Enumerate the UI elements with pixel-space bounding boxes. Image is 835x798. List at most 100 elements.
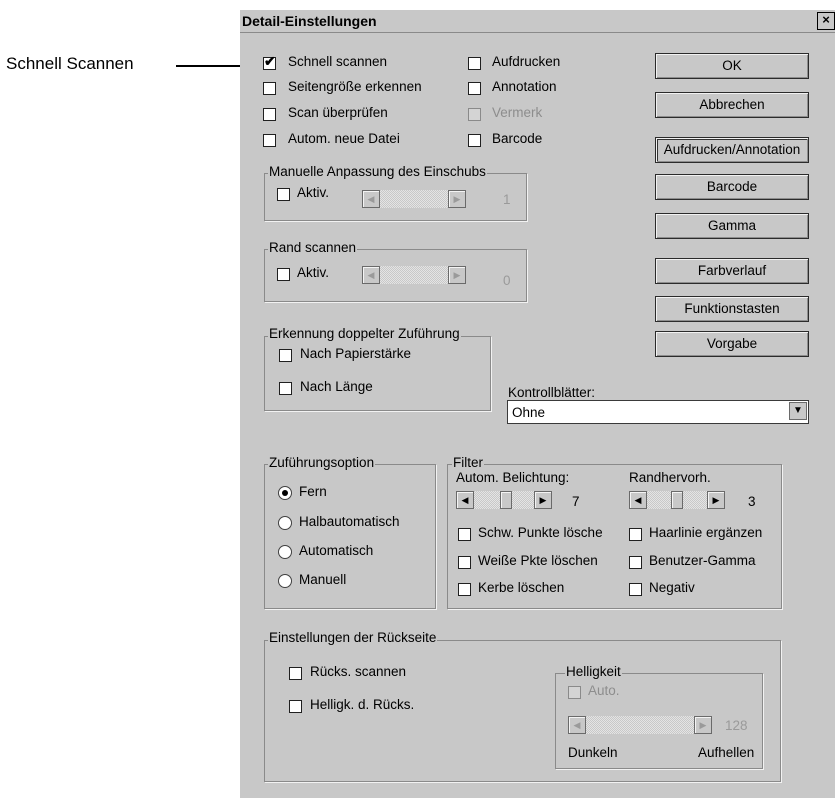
helligkeit-title: Helligkeit	[565, 664, 622, 679]
radio-fern-label: Fern	[299, 484, 327, 499]
helligkeit-auto-label: Auto.	[588, 683, 620, 698]
manuelle-scroll-left-icon: ◀	[362, 190, 380, 208]
manuelle-value: 1	[503, 192, 511, 207]
seitengroesse-label: Seitengröße erkennen	[288, 79, 422, 94]
benutzer-gamma-checkbox[interactable]	[629, 556, 642, 569]
window-title: Detail-Einstellungen	[242, 13, 377, 29]
radio-automatisch-label: Automatisch	[299, 543, 374, 558]
seitengroesse-checkbox[interactable]	[263, 82, 276, 95]
autom-belichtung-label: Autom. Belichtung:	[456, 470, 570, 485]
helligkeit-scroll-track	[586, 716, 694, 734]
ruecks-scannen-label: Rücks. scannen	[310, 664, 407, 679]
radio-automatisch[interactable]	[278, 545, 292, 559]
kontrollblaetter-label: Kontrollblätter:	[508, 385, 596, 400]
belichtung-value: 7	[572, 494, 580, 509]
rand-scroll-right-icon: ▶	[448, 266, 466, 284]
check-icon: ✔	[264, 53, 276, 69]
manuelle-scroll-track	[380, 190, 448, 208]
rand-scroll-track	[380, 266, 448, 284]
manuelle-scroll-right-icon: ▶	[448, 190, 466, 208]
autom-neue-datei-label: Autom. neue Datei	[288, 131, 400, 146]
negativ-checkbox[interactable]	[629, 583, 642, 596]
helligk-ruecks-checkbox[interactable]	[289, 700, 302, 713]
kontrollblaetter-value: Ohne	[512, 405, 546, 420]
manuelle-anpassung-title: Manuelle Anpassung des Einschubs	[268, 164, 487, 179]
annotation-label: Annotation	[492, 79, 557, 94]
scan-ueberpruefen-checkbox[interactable]	[263, 108, 276, 121]
randhervorh-scroll-left-icon[interactable]: ◀	[629, 491, 647, 509]
vermerk-label: Vermerk	[492, 105, 543, 120]
schw-punkte-checkbox[interactable]	[458, 528, 471, 541]
gamma-button[interactable]: Gamma	[655, 213, 809, 239]
vorgabe-button[interactable]: Vorgabe	[655, 331, 809, 357]
randhervorh-value: 3	[748, 494, 756, 509]
radio-halbautomatisch-label: Halbautomatisch	[299, 514, 400, 529]
zufuehrungsoption-title: Zuführungsoption	[268, 455, 376, 470]
rueckseite-title: Einstellungen der Rückseite	[268, 630, 438, 645]
randhervorh-scroll-thumb[interactable]	[671, 491, 683, 509]
filter-title: Filter	[452, 455, 484, 470]
funktionstasten-button[interactable]: Funktionstasten	[655, 296, 809, 322]
radio-selected-dot	[282, 490, 288, 496]
helligkeit-scroll-right-icon: ▶	[694, 716, 712, 734]
rand-scannen-title: Rand scannen	[268, 240, 358, 255]
ok-button[interactable]: OK	[655, 53, 809, 79]
radio-fern[interactable]	[278, 486, 292, 500]
chevron-down-icon[interactable]: ▼	[789, 402, 807, 420]
detail-settings-dialog: Detail-Einstellungen × ✔ Schnell scannen…	[240, 10, 835, 798]
nach-papierstaerke-checkbox[interactable]	[279, 349, 292, 362]
manuelle-aktiv-label: Aktiv.	[297, 185, 330, 200]
close-icon[interactable]: ×	[817, 12, 835, 30]
scan-ueberpruefen-label: Scan überprüfen	[288, 105, 388, 120]
title-bar: Detail-Einstellungen ×	[240, 10, 835, 33]
barcode-checkbox[interactable]	[468, 134, 481, 147]
aufdrucken-label: Aufdrucken	[492, 54, 561, 69]
vermerk-checkbox	[468, 108, 481, 121]
barcode-button[interactable]: Barcode	[655, 174, 809, 200]
kontrollblaetter-select[interactable]: Ohne ▼	[507, 400, 809, 424]
haarlinie-checkbox[interactable]	[629, 528, 642, 541]
belichtung-scroll-left-icon[interactable]: ◀	[456, 491, 474, 509]
benutzer-gamma-label: Benutzer-Gamma	[649, 553, 756, 568]
zufuehrungsoption-group	[264, 464, 436, 609]
weisse-pkte-label: Weiße Pkte löschen	[478, 553, 598, 568]
nach-laenge-label: Nach Länge	[300, 379, 373, 394]
helligkeit-value: 128	[725, 718, 748, 733]
dunkeln-label: Dunkeln	[568, 745, 618, 760]
weisse-pkte-checkbox[interactable]	[458, 556, 471, 569]
randhervorh-label: Randhervorh.	[629, 470, 711, 485]
radio-manuell[interactable]	[278, 574, 292, 588]
schw-punkte-label: Schw. Punkte lösche	[478, 525, 603, 540]
nach-papierstaerke-label: Nach Papierstärke	[300, 346, 412, 361]
negativ-label: Negativ	[649, 580, 695, 595]
ruecks-scannen-checkbox[interactable]	[289, 667, 302, 680]
aufdrucken-checkbox[interactable]	[468, 57, 481, 70]
rand-scroll-left-icon: ◀	[362, 266, 380, 284]
schnell-scannen-checkbox[interactable]: ✔	[263, 53, 276, 70]
barcode-label: Barcode	[492, 131, 543, 146]
randhervorh-scroll-right-icon[interactable]: ▶	[707, 491, 725, 509]
rand-value: 0	[503, 273, 511, 288]
autom-neue-datei-checkbox[interactable]	[263, 134, 276, 147]
annotation-checkbox[interactable]	[468, 82, 481, 95]
doppelte-zufuehrung-title: Erkennung doppelter Zuführung	[268, 326, 461, 341]
belichtung-scroll-right-icon[interactable]: ▶	[534, 491, 552, 509]
farbverlauf-button[interactable]: Farbverlauf	[655, 258, 809, 284]
kerbe-label: Kerbe löschen	[478, 580, 565, 595]
manuelle-aktiv-checkbox[interactable]	[277, 188, 290, 201]
aufhellen-label: Aufhellen	[698, 745, 755, 760]
rand-aktiv-label: Aktiv.	[297, 265, 330, 280]
belichtung-scroll-thumb[interactable]	[500, 491, 512, 509]
radio-halbautomatisch[interactable]	[278, 516, 292, 530]
aufdrucken-annotation-button[interactable]: Aufdrucken/Annotation	[655, 137, 809, 163]
helligkeit-auto-checkbox	[568, 686, 581, 699]
haarlinie-label: Haarlinie ergänzen	[649, 525, 763, 540]
abbrechen-button[interactable]: Abbrechen	[655, 92, 809, 118]
rand-aktiv-checkbox[interactable]	[277, 268, 290, 281]
callout-label: Schnell Scannen	[6, 54, 134, 73]
nach-laenge-checkbox[interactable]	[279, 382, 292, 395]
helligkeit-scroll-left-icon: ◀	[568, 716, 586, 734]
helligk-ruecks-label: Helligk. d. Rücks.	[310, 697, 415, 712]
kerbe-checkbox[interactable]	[458, 583, 471, 596]
schnell-scannen-label: Schnell scannen	[288, 54, 388, 69]
